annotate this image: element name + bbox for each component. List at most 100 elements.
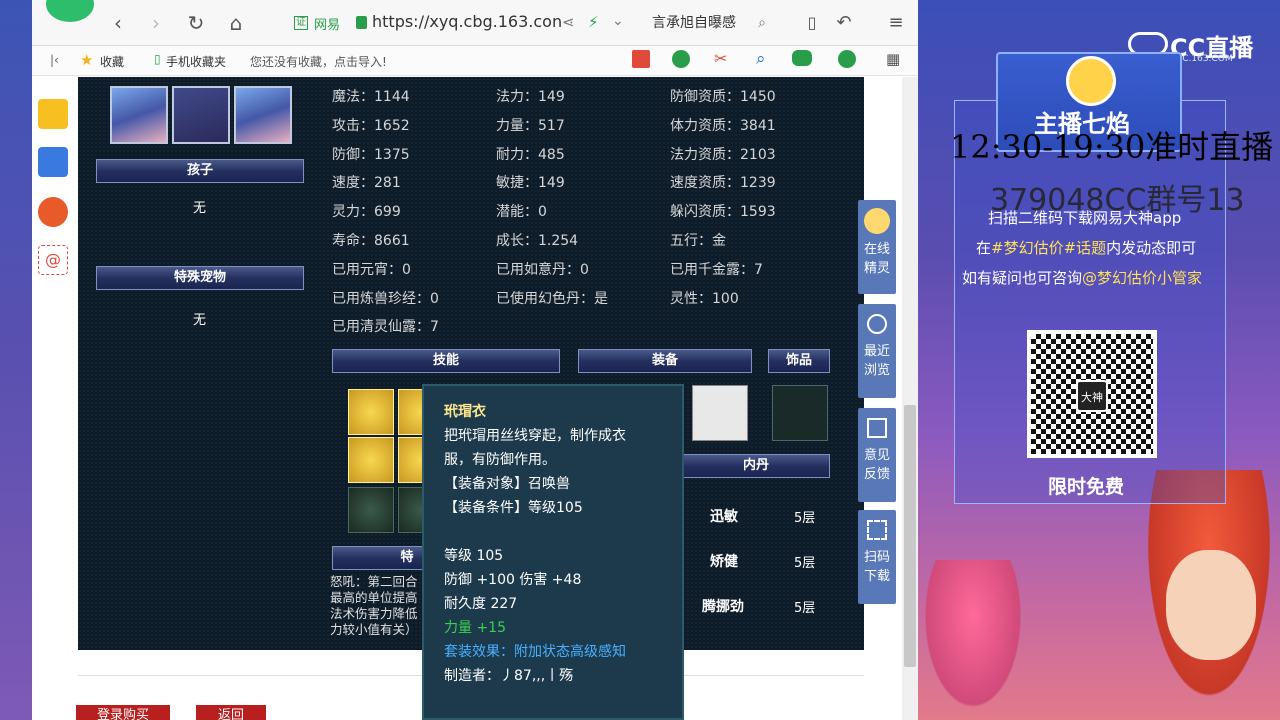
float-label: 反馈 bbox=[863, 467, 890, 482]
info-topic: #梦幻估价#话题 bbox=[991, 239, 1107, 257]
share-icon[interactable]: ⋖ bbox=[562, 13, 575, 31]
stat-value: 躲闪资质：1593 bbox=[670, 204, 776, 221]
tooltip-strength: 力量 +15 bbox=[444, 620, 506, 636]
url-prefix: 网易 bbox=[314, 18, 341, 33]
stat-value: 灵性：100 bbox=[670, 290, 739, 307]
empty-skill-slot bbox=[348, 487, 394, 533]
bookmark-mobile[interactable]: 手机收藏夹 bbox=[166, 53, 226, 70]
float-label: 最近 bbox=[863, 344, 890, 359]
tooltip-maker: 制造者：丿87,,,丨殇 bbox=[444, 668, 574, 684]
calendar-icon[interactable] bbox=[632, 50, 650, 68]
phone-icon: ▯ bbox=[154, 52, 161, 66]
search-text: 言承旭自曝感 bbox=[652, 15, 736, 31]
accessory-slot[interactable] bbox=[772, 385, 828, 441]
search-box[interactable]: 言承旭自曝感 ⌕ bbox=[644, 9, 770, 37]
accessory-header: 饰品 bbox=[768, 349, 830, 373]
stat-value: 速度：281 bbox=[332, 175, 401, 192]
undo-icon[interactable]: ↶ bbox=[832, 11, 856, 35]
pet-portrait[interactable] bbox=[172, 86, 230, 144]
grid-icon[interactable]: ▦ bbox=[886, 50, 900, 68]
back-button-page[interactable]: 返回 bbox=[196, 705, 266, 720]
float-label: 精灵 bbox=[863, 261, 890, 276]
character-face bbox=[1166, 550, 1256, 660]
bookmark-bar: |‹ ★ 收藏 ▯ 手机收藏夹 您还没有收藏，点击导入! ✂ ⌕ ▦ bbox=[32, 46, 918, 76]
qr-badge: 大神 bbox=[1076, 380, 1108, 412]
float-label: 意见 bbox=[863, 448, 890, 463]
reload-button[interactable]: ↻ bbox=[184, 11, 208, 35]
stat-value: 防御资质：1450 bbox=[670, 89, 776, 105]
back-button[interactable]: ‹ bbox=[106, 11, 130, 35]
child-header: 孩子 bbox=[96, 159, 304, 183]
home-button[interactable]: ⌂ bbox=[224, 11, 248, 35]
skill-description: 怒吼：第二回合 最高的单位提高 法术伤害力降低 力较小值有关） bbox=[330, 574, 418, 638]
bookmark-import-hint[interactable]: 您还没有收藏，点击导入! bbox=[250, 53, 387, 70]
forward-button[interactable]: › bbox=[144, 11, 168, 35]
pet-portrait[interactable] bbox=[110, 86, 168, 144]
login-buy-button[interactable]: 登录购买 bbox=[76, 705, 170, 720]
neidan-header: 内丹 bbox=[682, 454, 830, 478]
chevron-down-icon[interactable]: ⌄ bbox=[612, 13, 624, 29]
assistant-avatar-icon bbox=[864, 208, 890, 234]
lightning-icon[interactable]: ⚡ bbox=[588, 13, 599, 31]
stat-value: 敏捷：149 bbox=[496, 175, 565, 192]
skill-desc-line: 力较小值有关） bbox=[330, 622, 418, 637]
equipment-header: 装备 bbox=[578, 349, 752, 373]
neidan-name: 迅敏 bbox=[710, 509, 738, 525]
tooltip-durability: 耐久度 227 bbox=[444, 596, 518, 612]
sidebar-toggle-icon[interactable]: |‹ bbox=[50, 53, 59, 67]
stream-schedule-overlay: 12:30-19:30准时直播 bbox=[950, 128, 1274, 166]
mobile-icon[interactable]: ▯ bbox=[800, 11, 824, 35]
scrollbar-thumb[interactable] bbox=[904, 405, 916, 667]
cert-icon: 证 bbox=[294, 16, 308, 30]
scissors-icon[interactable]: ✂ bbox=[714, 49, 727, 68]
item-tooltip: 玳瑁衣 把玳瑁用丝线穿起，制作成衣 服，有防御作用。 【装备对象】召唤兽 【装备… bbox=[422, 384, 684, 720]
search-icon[interactable]: ⌕ bbox=[758, 9, 766, 37]
tooltip-set-effect: 套装效果：附加状态高级感知 bbox=[444, 644, 626, 660]
tooltip-spacer bbox=[444, 520, 682, 544]
float-label: 扫码 bbox=[863, 550, 890, 565]
gamepad-icon[interactable] bbox=[792, 50, 812, 66]
info-mention: @梦幻估价小管家 bbox=[1082, 269, 1203, 287]
recent-browse-button[interactable]: 最近 浏览 bbox=[858, 304, 896, 398]
bookmark-favorites[interactable]: 收藏 bbox=[100, 53, 124, 70]
edit-icon bbox=[867, 418, 887, 438]
extension-icon[interactable] bbox=[672, 50, 690, 68]
scan-download-button[interactable]: 扫码 下载 bbox=[858, 510, 896, 604]
equipment-slot-armor[interactable] bbox=[692, 385, 748, 441]
favorite-icon[interactable] bbox=[38, 99, 68, 129]
neidan-name: 矫健 bbox=[710, 554, 738, 570]
lion-avatar-icon bbox=[1066, 56, 1116, 106]
weibo-icon[interactable] bbox=[38, 197, 68, 227]
scan-icon bbox=[867, 520, 887, 540]
cc-live-domain: CC.163.COM bbox=[1176, 54, 1233, 64]
menu-icon[interactable]: ≡ bbox=[884, 11, 908, 35]
star-icon: ★ bbox=[80, 51, 94, 69]
info-text: 内发动态即可 bbox=[1106, 239, 1197, 257]
special-pet-value: 无 bbox=[193, 313, 207, 328]
neidan-level: 5层 bbox=[794, 556, 816, 571]
stream-left-background bbox=[0, 0, 32, 720]
news-icon[interactable] bbox=[38, 147, 68, 177]
money-icon[interactable] bbox=[838, 50, 856, 68]
tooltip-level: 等级 105 bbox=[444, 548, 504, 564]
skills-header: 技能 bbox=[332, 349, 560, 373]
address-bar[interactable]: 证 网易 https://xyq.cbg.163.con ⋖ ⚡ ⌄ bbox=[284, 9, 640, 37]
skill-slot[interactable] bbox=[348, 437, 394, 483]
floating-toolbar: 在线 精灵 最近 浏览 意见 反馈 扫码 下载 bbox=[858, 200, 896, 610]
stat-value: 法力：149 bbox=[496, 89, 565, 105]
tooltip-desc: 服，有防御作用。 bbox=[444, 452, 556, 468]
skill-slot[interactable] bbox=[348, 389, 394, 435]
magnifier-icon[interactable]: ⌕ bbox=[756, 49, 766, 69]
info-line: 扫描二维码下载网易大神app bbox=[988, 209, 1182, 227]
info-line: 如有疑问也可咨询@梦幻估价小管家 bbox=[962, 267, 1202, 288]
stat-value: 五行：金 bbox=[670, 233, 726, 249]
stat-value: 已用千金露：7 bbox=[670, 261, 763, 278]
neidan-level: 5层 bbox=[794, 511, 816, 526]
email-icon[interactable]: @ bbox=[38, 245, 68, 275]
stat-value: 力量：517 bbox=[496, 117, 565, 134]
feedback-button[interactable]: 意见 反馈 bbox=[858, 408, 896, 502]
tooltip-title: 玳瑁衣 bbox=[444, 404, 486, 420]
pet-portrait[interactable] bbox=[234, 86, 292, 144]
free-label: 限时免费 bbox=[1048, 476, 1125, 498]
online-assistant-button[interactable]: 在线 精灵 bbox=[858, 200, 896, 294]
